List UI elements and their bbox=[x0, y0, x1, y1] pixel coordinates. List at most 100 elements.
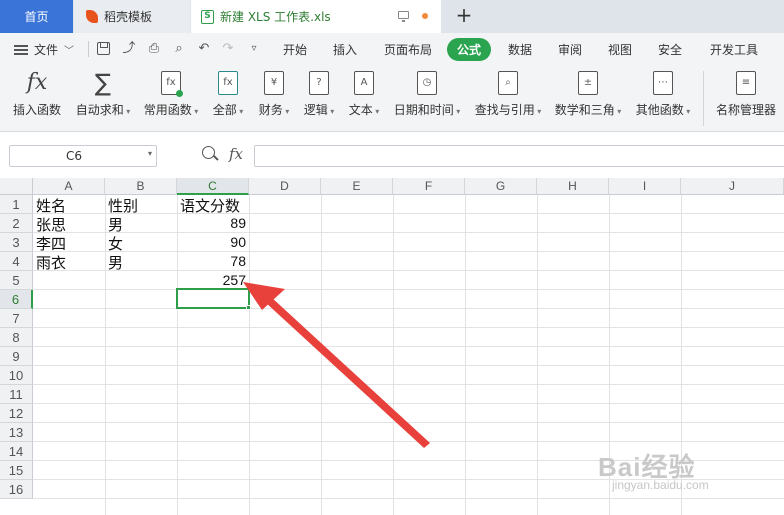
cell-b3[interactable]: 女 bbox=[108, 233, 123, 254]
cell-a3[interactable]: 李四 bbox=[36, 233, 66, 254]
menu-tab-view[interactable]: 视图 bbox=[608, 41, 632, 58]
text-functions-button[interactable]: A 文本 ▾ bbox=[344, 65, 384, 132]
cell-b1[interactable]: 性别 bbox=[108, 195, 138, 216]
cell-a2[interactable]: 张思 bbox=[36, 214, 66, 235]
column-header-b[interactable]: B bbox=[105, 178, 177, 195]
insert-function-icon[interactable]: fx bbox=[229, 145, 243, 163]
export-icon[interactable]: ⤴ bbox=[121, 41, 137, 57]
customize-toolbar-icon[interactable]: ▿ bbox=[246, 41, 262, 57]
unsaved-indicator[interactable] bbox=[422, 13, 428, 19]
gridline bbox=[33, 327, 784, 328]
undo-icon[interactable]: ↶ bbox=[196, 41, 212, 57]
math-functions-button[interactable]: ± 数学和三角 ▾ bbox=[550, 65, 626, 132]
row-header-13[interactable]: 13 bbox=[0, 423, 33, 442]
print-preview-icon[interactable]: ⌕ bbox=[171, 41, 187, 57]
finance-functions-button[interactable]: ¥ 财务 ▾ bbox=[254, 65, 294, 132]
tab-home[interactable]: 首页 bbox=[0, 0, 73, 33]
row-header-9[interactable]: 9 bbox=[0, 347, 33, 366]
column-header-j[interactable]: J bbox=[681, 178, 784, 195]
row-header-14[interactable]: 14 bbox=[0, 442, 33, 461]
menu-tab-home[interactable]: 开始 bbox=[283, 41, 307, 58]
zoom-icon[interactable] bbox=[202, 146, 215, 159]
column-header-a[interactable]: A bbox=[33, 178, 105, 195]
menu-tab-security[interactable]: 安全 bbox=[658, 41, 682, 58]
tab-daoke-label: 稻壳模板 bbox=[104, 10, 153, 24]
insert-function-button[interactable]: fx 插入函数 bbox=[6, 65, 68, 132]
column-header-c[interactable]: C bbox=[177, 178, 249, 195]
all-functions-button[interactable]: fx 全部 ▾ bbox=[208, 65, 248, 132]
common-functions-button[interactable]: fx 常用函数 ▾ bbox=[140, 65, 202, 132]
cell-c5-sum[interactable]: 257 bbox=[178, 272, 246, 288]
row-header-10[interactable]: 10 bbox=[0, 366, 33, 385]
cell-b4[interactable]: 男 bbox=[108, 252, 123, 273]
chevron-down-icon: ﹀ bbox=[64, 46, 75, 57]
menu-tab-review[interactable]: 审阅 bbox=[558, 41, 582, 58]
row-header-6[interactable]: 6 bbox=[0, 290, 33, 309]
row-header-1[interactable]: 1 bbox=[0, 195, 33, 214]
new-tab-button[interactable]: + bbox=[452, 4, 476, 28]
logic-functions-button[interactable]: ? 逻辑 ▾ bbox=[299, 65, 339, 132]
spreadsheet-file-icon: S bbox=[201, 9, 214, 24]
cell-b2[interactable]: 男 bbox=[108, 214, 123, 235]
row-header-11[interactable]: 11 bbox=[0, 385, 33, 404]
column-header-i[interactable]: I bbox=[609, 178, 681, 195]
common-functions-icon: fx bbox=[161, 71, 183, 97]
row-header-2[interactable]: 2 bbox=[0, 214, 33, 233]
all-functions-icon: fx bbox=[218, 71, 238, 95]
name-manager-button[interactable]: ≡ 名称管理器 bbox=[710, 65, 782, 132]
menu-tab-insert[interactable]: 插入 bbox=[333, 41, 357, 58]
print-icon[interactable]: ⎙ bbox=[146, 41, 162, 57]
file-menu-button[interactable]: 文件 ﹀ bbox=[14, 41, 74, 58]
row-header-5[interactable]: 5 bbox=[0, 271, 33, 290]
column-header-d[interactable]: D bbox=[249, 178, 321, 195]
currency-icon: ¥ bbox=[264, 71, 284, 95]
column-header-f[interactable]: F bbox=[393, 178, 465, 195]
tab-daoke-templates[interactable]: 稻壳模板 bbox=[74, 0, 190, 33]
cell-c2[interactable]: 89 bbox=[178, 215, 246, 231]
name-manager-label: 名称管理器 bbox=[715, 103, 776, 117]
cell-a4[interactable]: 雨衣 bbox=[36, 252, 66, 273]
row-header-12[interactable]: 12 bbox=[0, 404, 33, 423]
save-icon[interactable] bbox=[97, 42, 110, 55]
monitor-icon[interactable] bbox=[398, 11, 409, 22]
column-header-g[interactable]: G bbox=[465, 178, 537, 195]
row-header-15[interactable]: 15 bbox=[0, 461, 33, 480]
lookup-functions-button[interactable]: ⌕ 查找与引用 ▾ bbox=[470, 65, 546, 132]
cell-c1[interactable]: 语文分数 bbox=[180, 195, 240, 216]
active-cell-c6[interactable] bbox=[176, 288, 250, 309]
gridline bbox=[249, 195, 250, 515]
gridline bbox=[33, 213, 784, 214]
cell-c4[interactable]: 78 bbox=[178, 253, 246, 269]
row-header-8[interactable]: 8 bbox=[0, 328, 33, 347]
gridline bbox=[33, 384, 784, 385]
column-header-h[interactable]: H bbox=[537, 178, 609, 195]
cell-a1[interactable]: 姓名 bbox=[36, 195, 66, 216]
tab-home-label: 首页 bbox=[24, 10, 49, 24]
gridline bbox=[393, 195, 394, 515]
redo-icon[interactable]: ↷ bbox=[220, 41, 236, 57]
row-header-16[interactable]: 16 bbox=[0, 480, 33, 499]
select-all-corner[interactable] bbox=[0, 178, 33, 195]
cell-c3[interactable]: 90 bbox=[178, 234, 246, 250]
math-icon: ± bbox=[578, 71, 598, 95]
row-header-3[interactable]: 3 bbox=[0, 233, 33, 252]
other-functions-button[interactable]: ⋯ 其他函数 ▾ bbox=[630, 65, 696, 132]
datetime-functions-button[interactable]: ◷ 日期和时间 ▾ bbox=[389, 65, 465, 132]
autosum-button[interactable]: ∑ 自动求和 ▾ bbox=[72, 65, 134, 132]
name-box[interactable]: C6 ▾ bbox=[9, 145, 157, 167]
chevron-down-icon[interactable]: ▾ bbox=[148, 149, 152, 158]
menu-tab-formulas[interactable]: 公式 bbox=[447, 38, 492, 61]
column-header-e[interactable]: E bbox=[321, 178, 393, 195]
menu-tab-developer[interactable]: 开发工具 bbox=[710, 41, 758, 58]
menu-tab-data[interactable]: 数据 bbox=[508, 41, 532, 58]
gridline bbox=[105, 195, 106, 515]
gridline bbox=[33, 422, 784, 423]
menu-tab-page-layout[interactable]: 页面布局 bbox=[384, 41, 432, 58]
row-header-4[interactable]: 4 bbox=[0, 252, 33, 271]
row-header-7[interactable]: 7 bbox=[0, 309, 33, 328]
gridline bbox=[465, 195, 466, 515]
tab-workbook[interactable]: S 新建 XLS 工作表.xls bbox=[191, 0, 441, 33]
fill-handle[interactable] bbox=[246, 305, 251, 310]
formula-input[interactable] bbox=[254, 145, 784, 167]
datetime-label: 日期和时间 ▾ bbox=[393, 103, 461, 117]
